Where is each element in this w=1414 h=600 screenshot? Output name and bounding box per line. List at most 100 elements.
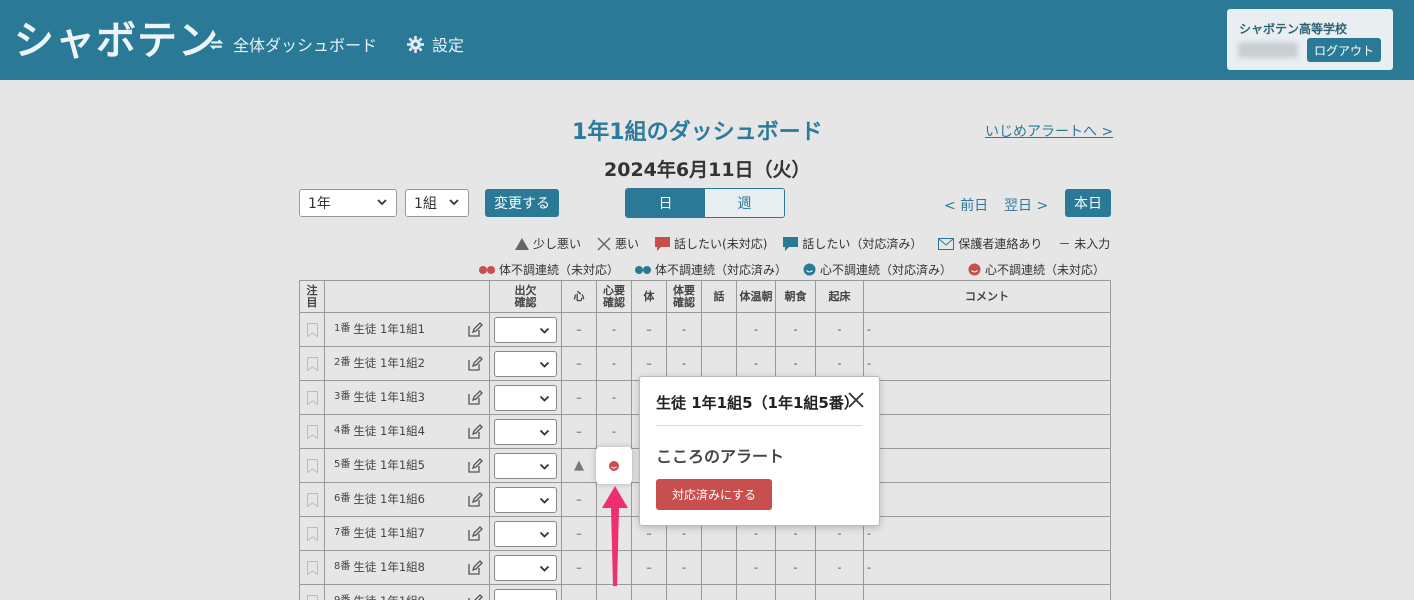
chat-red-icon	[655, 236, 671, 251]
table-cell: -	[776, 551, 816, 585]
edit-icon[interactable]	[468, 492, 483, 507]
attendance-select[interactable]	[494, 486, 557, 513]
table-cell	[300, 415, 325, 449]
change-button[interactable]: 変更する	[485, 189, 559, 217]
header-label: 体温朝	[739, 289, 773, 303]
chevron-down-icon	[539, 565, 550, 572]
view-day-tab[interactable]: 日	[626, 189, 705, 217]
bookmark-icon[interactable]	[306, 356, 318, 371]
cell-value: –	[576, 356, 582, 370]
header-label: コメント	[965, 289, 1009, 303]
student-name[interactable]: 生徒 1年1組9	[353, 595, 425, 600]
attendance-select[interactable]	[494, 418, 557, 445]
mark-resolved-button[interactable]: 対応済みにする	[656, 479, 772, 510]
student-number: 5番	[334, 459, 351, 471]
table-cell	[490, 449, 562, 483]
student-name[interactable]: 生徒 1年1組1	[353, 323, 425, 335]
bookmark-icon[interactable]	[306, 526, 318, 541]
prev-day-label: 前日	[960, 198, 989, 214]
attendance-select[interactable]	[494, 350, 557, 377]
bookmark-icon[interactable]	[306, 322, 318, 337]
bookmark-icon[interactable]	[306, 492, 318, 507]
table-cell	[864, 483, 1111, 517]
table-cell	[864, 449, 1111, 483]
bookmark-icon[interactable]	[306, 594, 318, 600]
student-name[interactable]: 生徒 1年1組2	[353, 357, 425, 369]
attendance-select[interactable]	[494, 554, 557, 581]
chevron-down-icon	[539, 361, 550, 368]
mind-check-highlight[interactable]	[596, 447, 632, 484]
attendance-select[interactable]	[494, 316, 557, 343]
cell-value: -	[837, 322, 842, 336]
table-cell	[776, 585, 816, 600]
next-day-link[interactable]: 翌日 >	[1004, 195, 1048, 215]
student-number: 4番	[334, 425, 351, 437]
edit-icon[interactable]	[468, 424, 483, 439]
cell-value: -	[837, 526, 842, 540]
chat-blue-icon	[783, 236, 799, 251]
student-name[interactable]: 生徒 1年1組8	[353, 561, 425, 573]
chevron-down-icon	[540, 599, 549, 600]
attendance-select[interactable]	[494, 384, 557, 411]
table-cell	[490, 381, 562, 415]
legend-label: 体不調連続（対応済み）	[655, 263, 788, 277]
student-name[interactable]: 生徒 1年1組3	[353, 391, 425, 403]
student-name[interactable]: 生徒 1年1組5	[353, 459, 425, 471]
student-name[interactable]: 生徒 1年1組7	[353, 527, 425, 539]
legend-label: 心不調連続（対応済み）	[820, 263, 953, 277]
pointer-arrow	[602, 486, 628, 586]
legend-item: 体不調連続（未対応）	[479, 261, 619, 278]
school-name: シャボテン高等学校	[1239, 22, 1348, 36]
nav-overall-dashboard[interactable]: 全体ダッシュボード	[208, 32, 377, 56]
edit-icon[interactable]	[468, 560, 483, 575]
edit-icon[interactable]	[468, 390, 483, 405]
table-cell: -	[597, 381, 632, 415]
edit-icon[interactable]	[468, 356, 483, 371]
view-week-tab[interactable]: 週	[705, 189, 784, 217]
attendance-select[interactable]	[494, 520, 557, 547]
table-cell	[562, 585, 597, 600]
header-label: 話	[713, 289, 725, 303]
chevron-down-icon	[539, 463, 550, 470]
bookmark-icon[interactable]	[306, 424, 318, 439]
cell-value: –	[646, 560, 652, 574]
bookmark-icon[interactable]	[306, 390, 318, 405]
attendance-select[interactable]	[494, 588, 557, 600]
close-icon[interactable]	[847, 391, 865, 409]
cell-value: –	[576, 390, 582, 404]
logout-button[interactable]: ログアウト	[1307, 38, 1381, 62]
edit-icon[interactable]	[468, 594, 483, 600]
cell-value: –	[576, 322, 582, 336]
edit-icon[interactable]	[468, 458, 483, 473]
grade-select[interactable]: 1年	[299, 189, 397, 217]
student-name[interactable]: 生徒 1年1組6	[353, 493, 425, 505]
header-label: 体要 確認	[673, 283, 695, 309]
student-name-cell: 1番 生徒 1年1組1	[325, 313, 490, 347]
cell-value: -	[754, 560, 758, 574]
table-cell: -	[864, 551, 1111, 585]
edit-icon[interactable]	[468, 322, 483, 337]
prev-day-link[interactable]: < 前日	[944, 195, 988, 215]
student-alert-popup: 生徒 1年1組5（1年1組5番） こころのアラート 対応済みにする	[639, 376, 880, 526]
header-breakfast: 朝食	[776, 281, 816, 313]
cell-value: -	[867, 560, 871, 574]
bookmark-icon[interactable]	[306, 458, 318, 473]
attendance-select[interactable]	[494, 452, 557, 479]
table-cell: -	[737, 551, 776, 585]
cell-value: –	[576, 526, 582, 540]
chevron-down-icon	[539, 395, 550, 402]
cell-value: -	[754, 356, 758, 370]
class-select[interactable]: 1組	[405, 189, 469, 217]
edit-icon[interactable]	[468, 526, 483, 541]
student-name-cell: 8番 生徒 1年1組8	[325, 551, 490, 585]
bookmark-icon[interactable]	[306, 560, 318, 575]
today-button[interactable]: 本日	[1065, 189, 1111, 217]
student-name[interactable]: 生徒 1年1組4	[353, 425, 425, 437]
legend-item: － 未入力	[1058, 235, 1110, 252]
app-logo[interactable]: シャボテン	[14, 8, 219, 66]
bullying-alert-link[interactable]: いじめアラートへ >	[985, 121, 1113, 141]
nav-settings[interactable]: 設定	[407, 32, 464, 56]
legend-label: 少し悪い	[533, 237, 582, 251]
legend-item: 心不調連続（未対応）	[968, 261, 1105, 278]
chevron-down-icon	[377, 199, 387, 206]
